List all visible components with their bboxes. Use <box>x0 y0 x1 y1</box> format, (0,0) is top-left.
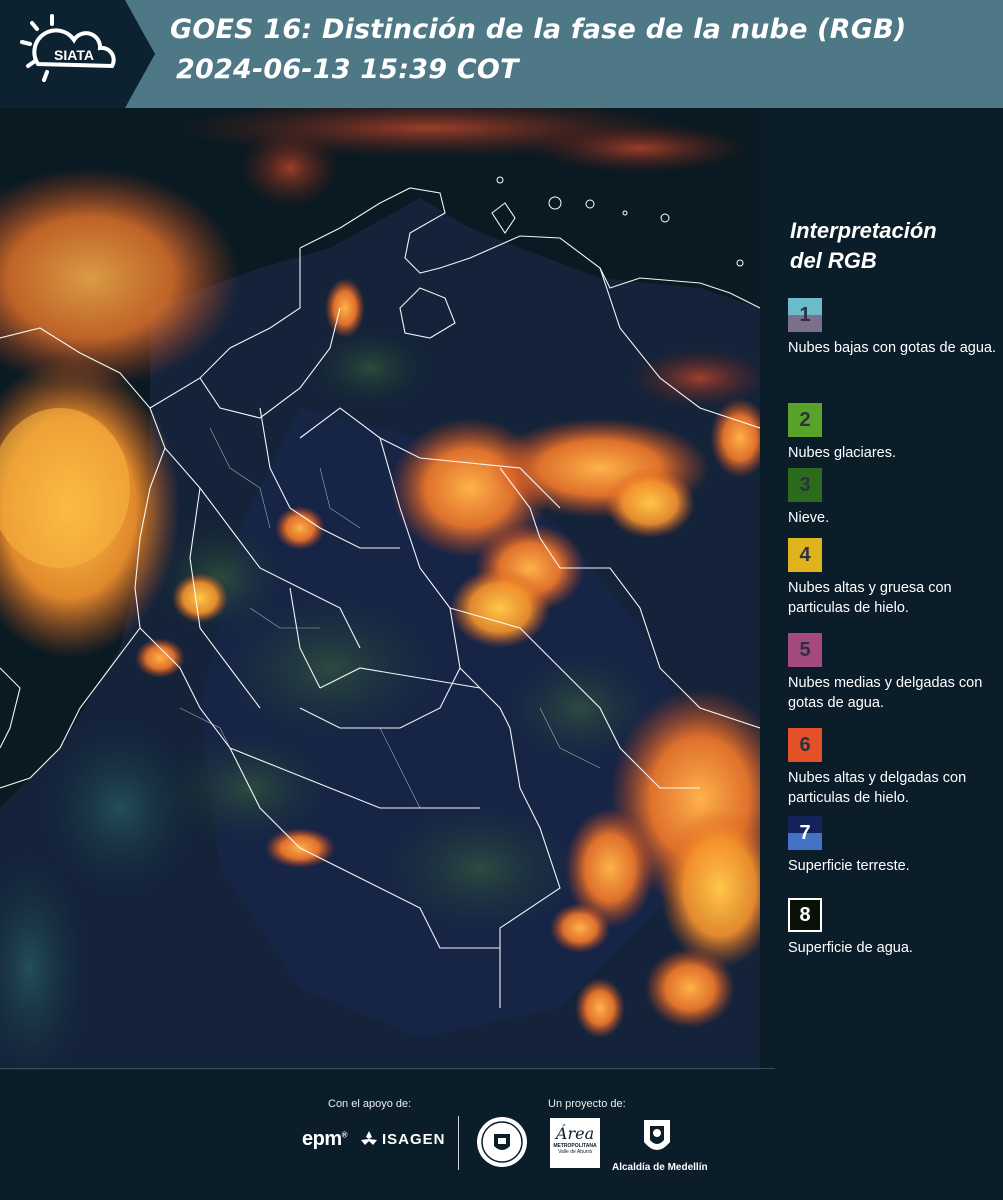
page-title: GOES 16: Distinción de la fase de la nub… <box>170 14 907 45</box>
legend-label: Nubes glaciares. <box>788 445 896 461</box>
legend-item-3: 3 Nieve. <box>788 468 1003 528</box>
isagen-icon <box>361 1131 377 1145</box>
legend-swatch-3: 3 <box>788 468 822 502</box>
project-label: Un proyecto de: <box>548 1098 626 1110</box>
legend-number: 5 <box>799 638 811 661</box>
legend-label: Nubes altas y gruesa con particulas de h… <box>788 580 952 616</box>
legend-item-1: 1 Nubes bajas con gotas de agua. <box>788 298 1003 358</box>
legend-swatch-1: 1 <box>788 298 822 332</box>
legend-number: 1 <box>799 303 811 326</box>
legend-item-4: 4 Nubes altas y gruesa con particulas de … <box>788 538 1003 618</box>
legend-label: Nieve. <box>788 510 830 526</box>
medellin-shield-icon <box>644 1120 670 1150</box>
timestamp: 2024-06-13 15:39 COT <box>176 54 519 85</box>
antioquia-seal-icon <box>477 1117 527 1167</box>
legend-label: Nubes medias y delgadas con gotas de agu… <box>788 675 983 711</box>
legend-item-7: 7 Superficie terreste. <box>788 816 1003 876</box>
legend-panel: Interpretación del RGB 1 Nubes bajas con … <box>775 108 1003 1070</box>
map-bottom-divider <box>0 1068 775 1069</box>
legend-swatch-7: 7 <box>788 816 822 850</box>
legend-item-6: 6 Nubes altas y delgadas con particulas d… <box>788 728 1003 808</box>
svg-text:SIATA: SIATA <box>54 47 94 63</box>
legend-swatch-2: 2 <box>788 403 822 437</box>
epm-logo: epm® <box>302 1128 348 1150</box>
footer: Con el apoyo de: Un proyecto de: epm® IS… <box>0 1070 1003 1200</box>
legend-swatch-5: 5 <box>788 633 822 667</box>
legend-label: Nubes altas y delgadas con particulas de… <box>788 770 967 806</box>
legend-label: Superficie terreste. <box>788 858 910 874</box>
support-label: Con el apoyo de: <box>328 1098 412 1110</box>
siata-logo: SIATA <box>0 0 155 108</box>
legend-number: 3 <box>799 473 811 496</box>
legend-number: 7 <box>799 821 811 844</box>
legend-number: 2 <box>799 408 811 431</box>
legend-item-5: 5 Nubes medias y delgadas con gotas de ag… <box>788 633 1003 713</box>
legend-title: Interpretación del RGB <box>790 218 937 273</box>
legend-swatch-6: 6 <box>788 728 822 762</box>
area-metropolitana-logo: Área METROPOLITANA Valle de Aburrá <box>550 1118 600 1168</box>
legend-swatch-4: 4 <box>788 538 822 572</box>
legend-label: Nubes bajas con gotas de agua. <box>788 340 996 356</box>
alcaldia-label: Alcaldía de Medellín <box>612 1162 708 1173</box>
header-bar: SIATA GOES 16: Distinción de la fase de … <box>0 0 1003 108</box>
legend-item-8: 8 Superficie de agua. <box>788 898 1003 958</box>
legend-item-2: 2 Nubes glaciares. <box>788 403 1003 463</box>
footer-divider <box>458 1116 459 1170</box>
legend-label: Superficie de agua. <box>788 940 913 956</box>
legend-number: 8 <box>799 903 811 926</box>
legend-number: 4 <box>799 543 811 566</box>
legend-number: 6 <box>799 733 811 756</box>
satellite-map <box>0 108 760 1070</box>
isagen-logo: ISAGEN <box>360 1130 446 1148</box>
legend-swatch-8: 8 <box>788 898 822 932</box>
